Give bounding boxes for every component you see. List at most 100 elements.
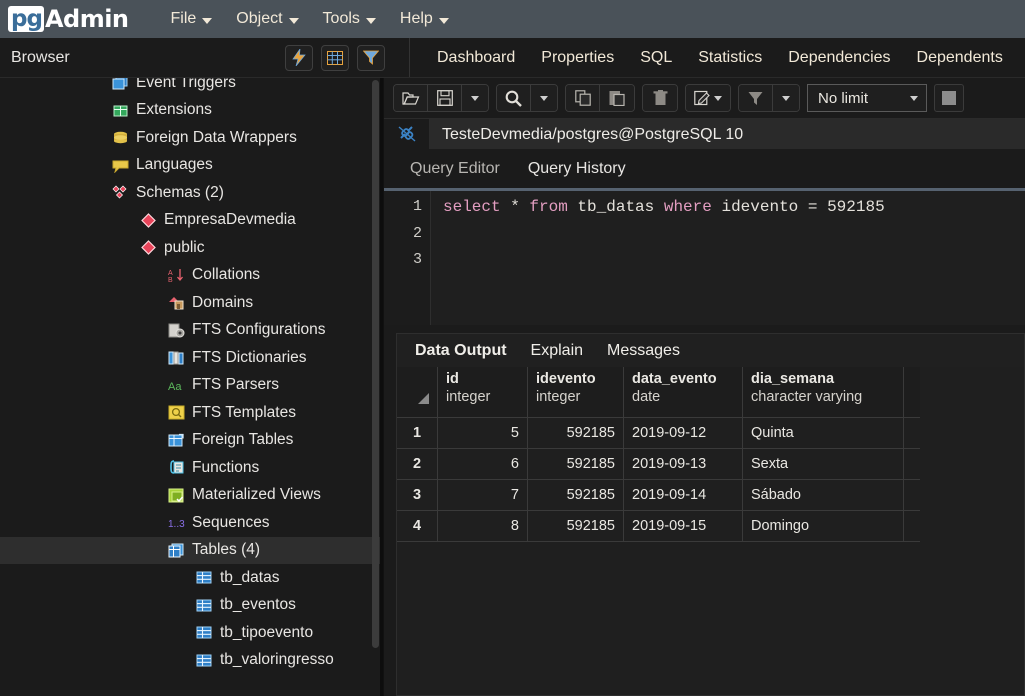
cell-dia_semana[interactable]: Sábado xyxy=(742,479,904,511)
languages-icon xyxy=(112,158,129,174)
cell-idevento[interactable]: 592185 xyxy=(527,479,624,511)
connection-title[interactable]: TesteDevmedia/postgres@PostgreSQL 10 xyxy=(430,118,1025,150)
column-header-id[interactable]: id integer xyxy=(437,367,528,418)
tree-item-languages[interactable]: Languages xyxy=(0,152,383,180)
cell-idevento[interactable]: 592185 xyxy=(527,510,624,542)
cell-idevento[interactable]: 592185 xyxy=(527,448,624,480)
tab-dependencies[interactable]: Dependencies xyxy=(775,38,903,77)
result-table: id integer idevento integer data_evento date d… xyxy=(397,367,920,542)
column-header-dia_semana[interactable]: dia_semana character varying xyxy=(742,367,904,418)
table-row[interactable]: 4 8 592185 2019-09-15 Domingo xyxy=(397,510,920,542)
column-header-data_evento[interactable]: data_evento date xyxy=(623,367,743,418)
disconnect-icon[interactable] xyxy=(384,118,430,150)
tab-query-editor[interactable]: Query Editor xyxy=(396,160,514,188)
tree-item-empresadevmedia[interactable]: EmpresaDevmedia xyxy=(0,207,383,235)
sidebar-resize-handle[interactable] xyxy=(380,78,383,696)
sql-code[interactable]: select * from tb_datas where idevento = … xyxy=(431,191,1025,325)
edit-icon[interactable] xyxy=(686,85,730,111)
cell-id[interactable]: 5 xyxy=(437,417,528,449)
tree-item-fts-configurations[interactable]: FTS Configurations xyxy=(0,317,383,345)
sql-token-plain: idevento = 592185 xyxy=(711,198,885,216)
table-row[interactable]: 3 7 592185 2019-09-14 Sábado xyxy=(397,479,920,511)
tab-explain[interactable]: Explain xyxy=(519,334,595,367)
menu-object[interactable]: Object xyxy=(224,6,310,32)
cell-dia_semana[interactable]: Quinta xyxy=(742,417,904,449)
tab-query-history[interactable]: Query History xyxy=(514,160,640,188)
tree-item-foreign-tables[interactable]: Foreign Tables xyxy=(0,427,383,455)
tree-item-domains[interactable]: Domains xyxy=(0,289,383,317)
filter-dropdown-icon[interactable] xyxy=(773,85,799,111)
search-icon[interactable] xyxy=(497,85,531,111)
tree-item-sequences[interactable]: 1..3 Sequences xyxy=(0,509,383,537)
tree-item-functions[interactable]: Functions xyxy=(0,454,383,482)
menu-file[interactable]: File xyxy=(159,6,225,32)
search-dropdown-icon[interactable] xyxy=(531,85,557,111)
tree-item-tb-tipoevento[interactable]: tb_tipoevento xyxy=(0,619,383,647)
cell-data_evento[interactable]: 2019-09-13 xyxy=(623,448,743,480)
edit-button-group xyxy=(685,84,731,112)
tree-item-materialized-views[interactable]: Materialized Views xyxy=(0,482,383,510)
delete-icon[interactable] xyxy=(643,85,677,111)
cell-dia_semana[interactable]: Domingo xyxy=(742,510,904,542)
tree-item-public[interactable]: public xyxy=(0,234,383,262)
tab-statistics[interactable]: Statistics xyxy=(685,38,775,77)
cell-id[interactable]: 8 xyxy=(437,510,528,542)
grid-corner-cell[interactable] xyxy=(397,367,438,418)
tab-dashboard[interactable]: Dashboard xyxy=(424,38,528,77)
tab-properties[interactable]: Properties xyxy=(528,38,627,77)
sidebar-scrollbar-thumb[interactable] xyxy=(372,80,379,648)
paste-icon[interactable] xyxy=(600,85,634,111)
copy-icon[interactable] xyxy=(566,85,600,111)
row-number[interactable]: 4 xyxy=(397,510,438,542)
tree-item-foreign-data-wrappers[interactable]: Foreign Data Wrappers xyxy=(0,124,383,152)
tree-item-tb-datas[interactable]: tb_datas xyxy=(0,564,383,592)
save-file-icon[interactable] xyxy=(428,85,462,111)
tab-data-output[interactable]: Data Output xyxy=(403,334,519,367)
table-row[interactable]: 1 5 592185 2019-09-12 Quinta xyxy=(397,417,920,449)
sql-token-kw: from xyxy=(529,198,568,216)
data-grid[interactable]: id integer idevento integer data_evento date d… xyxy=(396,367,1025,696)
tree-item-tb-valoringresso[interactable]: tb_valoringresso xyxy=(0,647,383,675)
menu-tools[interactable]: Tools xyxy=(311,6,388,32)
sql-token-kw: select xyxy=(443,198,501,216)
row-number[interactable]: 1 xyxy=(397,417,438,449)
tab-messages[interactable]: Messages xyxy=(595,334,692,367)
line-number: 2 xyxy=(412,224,422,242)
tree-item-fts-parsers[interactable]: Aa FTS Parsers xyxy=(0,372,383,400)
tab-sql[interactable]: SQL xyxy=(627,38,685,77)
cell-dia_semana[interactable]: Sexta xyxy=(742,448,904,480)
column-header-idevento[interactable]: idevento integer xyxy=(527,367,624,418)
row-limit-select[interactable]: No limit xyxy=(807,84,927,112)
cell-idevento[interactable]: 592185 xyxy=(527,417,624,449)
cell-data_evento[interactable]: 2019-09-12 xyxy=(623,417,743,449)
cell-id[interactable]: 6 xyxy=(437,448,528,480)
lightning-icon[interactable] xyxy=(285,44,313,71)
tab-dependents[interactable]: Dependents xyxy=(904,38,1016,77)
tree-item-collations[interactable]: A B Collations xyxy=(0,262,383,290)
filter-icon[interactable] xyxy=(357,44,385,71)
tree-item-fts-dictionaries[interactable]: FTS Dictionaries xyxy=(0,344,383,372)
open-file-icon[interactable] xyxy=(394,85,428,111)
tree-item-label: Foreign Tables xyxy=(192,431,294,449)
menu-help[interactable]: Help xyxy=(388,6,461,32)
save-dropdown-icon[interactable] xyxy=(462,85,488,111)
cell-data_evento[interactable]: 2019-09-15 xyxy=(623,510,743,542)
tree-item-tables-4[interactable]: Tables (4) xyxy=(0,536,383,564)
row-number[interactable]: 3 xyxy=(397,479,438,511)
connection-bar: TesteDevmedia/postgres@PostgreSQL 10 xyxy=(384,118,1025,150)
tree-item-label: tb_tipoevento xyxy=(220,623,314,641)
cell-data_evento[interactable]: 2019-09-14 xyxy=(623,479,743,511)
tree-item-tb-eventos[interactable]: tb_eventos xyxy=(0,592,383,620)
tree-item-event-triggers[interactable]: Event Triggers xyxy=(0,78,383,97)
grid-icon[interactable] xyxy=(321,44,349,71)
row-number[interactable]: 2 xyxy=(397,448,438,480)
tree-item-extensions[interactable]: Extensions xyxy=(0,97,383,125)
tree-item-schemas-2[interactable]: Schemas (2) xyxy=(0,179,383,207)
sql-editor[interactable]: 1 2 3 select * from tb_datas where idevent… xyxy=(384,191,1025,325)
stop-button[interactable] xyxy=(934,84,964,112)
table-row[interactable]: 2 6 592185 2019-09-13 Sexta xyxy=(397,448,920,480)
foreign-tables-icon xyxy=(168,433,185,448)
filter-icon[interactable] xyxy=(739,85,773,111)
cell-id[interactable]: 7 xyxy=(437,479,528,511)
tree-item-fts-templates[interactable]: FTS Templates xyxy=(0,399,383,427)
